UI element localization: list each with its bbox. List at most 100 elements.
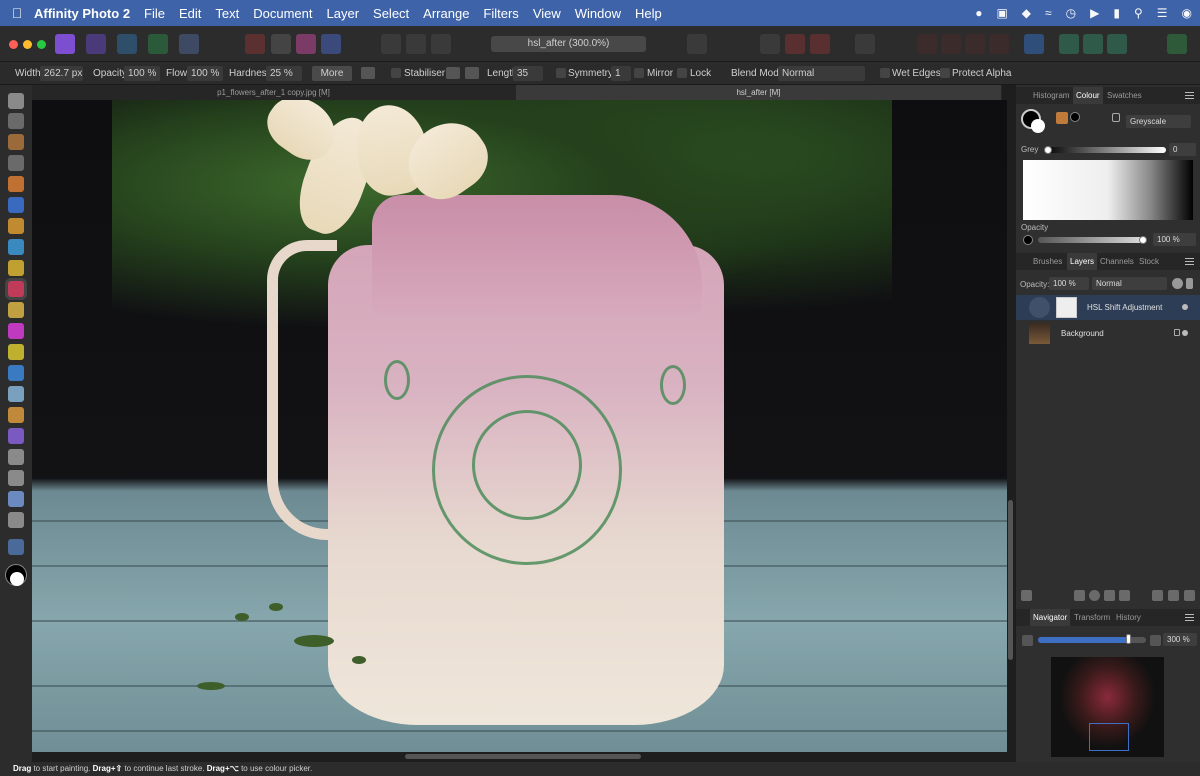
- account-icon[interactable]: [1167, 34, 1187, 54]
- clock-icon[interactable]: ◷: [1066, 6, 1076, 20]
- layer-blend-mode-dropdown[interactable]: Normal: [1092, 277, 1167, 290]
- horizontal-scrollbar[interactable]: [405, 754, 641, 759]
- layer-locked-icon[interactable]: [1174, 329, 1180, 336]
- layer-settings-icon[interactable]: [1172, 278, 1183, 289]
- red-eye-tool-icon[interactable]: [8, 428, 24, 444]
- hardness-field[interactable]: 25 %: [266, 66, 302, 81]
- picked-colour-icon[interactable]: [1070, 112, 1080, 122]
- healing-brush-tool-icon[interactable]: [8, 407, 24, 423]
- device-icon[interactable]: ▣: [996, 6, 1007, 20]
- paint-brush-tool-icon[interactable]: [8, 281, 24, 297]
- panel-menu-icon[interactable]: [1185, 614, 1194, 621]
- grey-slider[interactable]: [1044, 147, 1166, 153]
- quick-mask-icon[interactable]: [687, 34, 707, 54]
- zoom-value-field[interactable]: 300 %: [1163, 633, 1197, 646]
- minimize-window-button[interactable]: [23, 40, 32, 49]
- opacity-field[interactable]: 100 %: [124, 66, 160, 81]
- add-fx-icon[interactable]: [1104, 590, 1115, 601]
- move-tool-icon[interactable]: [8, 113, 24, 129]
- tab-swatches[interactable]: Swatches: [1107, 87, 1142, 104]
- opacity-slider-knob[interactable]: [1139, 236, 1147, 244]
- auto-levels-icon[interactable]: [245, 34, 265, 54]
- flood-select-tool-icon[interactable]: [8, 197, 24, 213]
- navigator-preview[interactable]: [1051, 657, 1164, 757]
- document-canvas[interactable]: [32, 100, 1007, 752]
- rope-mode-icon[interactable]: [446, 67, 460, 79]
- grey-spectrum[interactable]: [1023, 160, 1193, 220]
- layer-visibility-icon[interactable]: [1182, 330, 1188, 336]
- selection-brush-tool-icon[interactable]: [8, 176, 24, 192]
- selection-mode-3-icon[interactable]: [431, 34, 451, 54]
- boolean-add-icon[interactable]: [1059, 34, 1079, 54]
- layer-row-hsl-shift[interactable]: HSL Shift Adjustment: [1016, 295, 1200, 320]
- tone-mapping-persona-icon[interactable]: [148, 34, 168, 54]
- brush-options-icon[interactable]: [361, 67, 375, 79]
- add-group-icon[interactable]: [1152, 590, 1163, 601]
- menu-arrange[interactable]: Arrange: [423, 6, 469, 21]
- layer-lock-icon[interactable]: [1186, 278, 1193, 289]
- zoom-out-button[interactable]: [1022, 635, 1033, 646]
- selection-mode-2-icon[interactable]: [406, 34, 426, 54]
- zoom-in-button[interactable]: [1150, 635, 1161, 646]
- control-center-icon[interactable]: ☰: [1157, 6, 1168, 20]
- mirror-checkbox[interactable]: [634, 68, 644, 78]
- shape-tool-icon[interactable]: [8, 470, 24, 486]
- secondary-colour-well[interactable]: [1031, 119, 1045, 133]
- tab-transform[interactable]: Transform: [1074, 609, 1110, 626]
- freehand-selection-tool-icon[interactable]: [8, 218, 24, 234]
- auto-contrast-icon[interactable]: [271, 34, 291, 54]
- navigator-viewport-box[interactable]: [1089, 723, 1129, 751]
- eyedropper-icon[interactable]: [1056, 112, 1068, 124]
- erase-brush-tool-icon[interactable]: [8, 323, 24, 339]
- more-button[interactable]: More: [312, 66, 352, 81]
- pen-tool-icon[interactable]: [8, 449, 24, 465]
- app-name-menu[interactable]: Affinity Photo 2: [34, 6, 130, 21]
- align-icon[interactable]: [1024, 34, 1044, 54]
- text-tool-icon[interactable]: [8, 491, 24, 507]
- tab-histogram[interactable]: Histogram: [1033, 87, 1069, 104]
- boolean-intersect-icon[interactable]: [1107, 34, 1127, 54]
- close-window-button[interactable]: [9, 40, 18, 49]
- selection-mode-1-icon[interactable]: [381, 34, 401, 54]
- boolean-subtract-icon[interactable]: [1083, 34, 1103, 54]
- layer-opacity-field[interactable]: 100 %: [1049, 277, 1089, 290]
- vertical-scrollbar[interactable]: [1008, 500, 1013, 660]
- menu-select[interactable]: Select: [373, 6, 409, 21]
- menu-window[interactable]: Window: [575, 6, 621, 21]
- crop-tool-icon[interactable]: [8, 155, 24, 171]
- tab-brushes[interactable]: Brushes: [1033, 253, 1062, 270]
- layer-row-background[interactable]: Background: [1016, 321, 1200, 346]
- background-colour-swatch[interactable]: [10, 572, 24, 586]
- panel-menu-icon[interactable]: [1185, 92, 1194, 99]
- search-icon[interactable]: ⚲: [1134, 6, 1143, 20]
- tab-colour[interactable]: Colour: [1073, 87, 1103, 104]
- lock-icon[interactable]: [1112, 113, 1120, 122]
- snapping-icon[interactable]: [760, 34, 780, 54]
- blur-brush-tool-icon[interactable]: [8, 386, 24, 402]
- add-pixel-layer-icon[interactable]: [1168, 590, 1179, 601]
- arrange-backward-icon[interactable]: [941, 34, 961, 54]
- vpn-icon[interactable]: ◆: [1022, 6, 1031, 20]
- colour-replacement-tool-icon[interactable]: [8, 302, 24, 318]
- play-icon[interactable]: ▶: [1090, 6, 1099, 20]
- menu-filters[interactable]: Filters: [483, 6, 518, 21]
- colour-picker-icon[interactable]: [810, 34, 830, 54]
- mesh-warp-tool-icon[interactable]: [8, 512, 24, 528]
- clone-brush-tool-icon[interactable]: [8, 365, 24, 381]
- zoom-tool-icon[interactable]: [8, 539, 24, 555]
- tab-channels[interactable]: Channels: [1100, 253, 1134, 270]
- flood-fill-tool-icon[interactable]: [8, 239, 24, 255]
- view-tool-icon[interactable]: [8, 93, 24, 109]
- apple-menu-icon[interactable]: : [0, 5, 34, 21]
- develop-persona-icon[interactable]: [117, 34, 137, 54]
- blend-mode-dropdown[interactable]: Normal: [778, 66, 865, 81]
- zoom-window-button[interactable]: [37, 40, 46, 49]
- auto-white-balance-icon[interactable]: [321, 34, 341, 54]
- delete-layer-icon[interactable]: [1184, 590, 1195, 601]
- wifi-icon[interactable]: ≈: [1045, 6, 1052, 20]
- add-live-filter-icon[interactable]: [1119, 590, 1130, 601]
- opacity-slider[interactable]: [1038, 237, 1144, 243]
- arrange-front-icon[interactable]: [989, 34, 1009, 54]
- arrange-forward-icon[interactable]: [965, 34, 985, 54]
- menu-edit[interactable]: Edit: [179, 6, 201, 21]
